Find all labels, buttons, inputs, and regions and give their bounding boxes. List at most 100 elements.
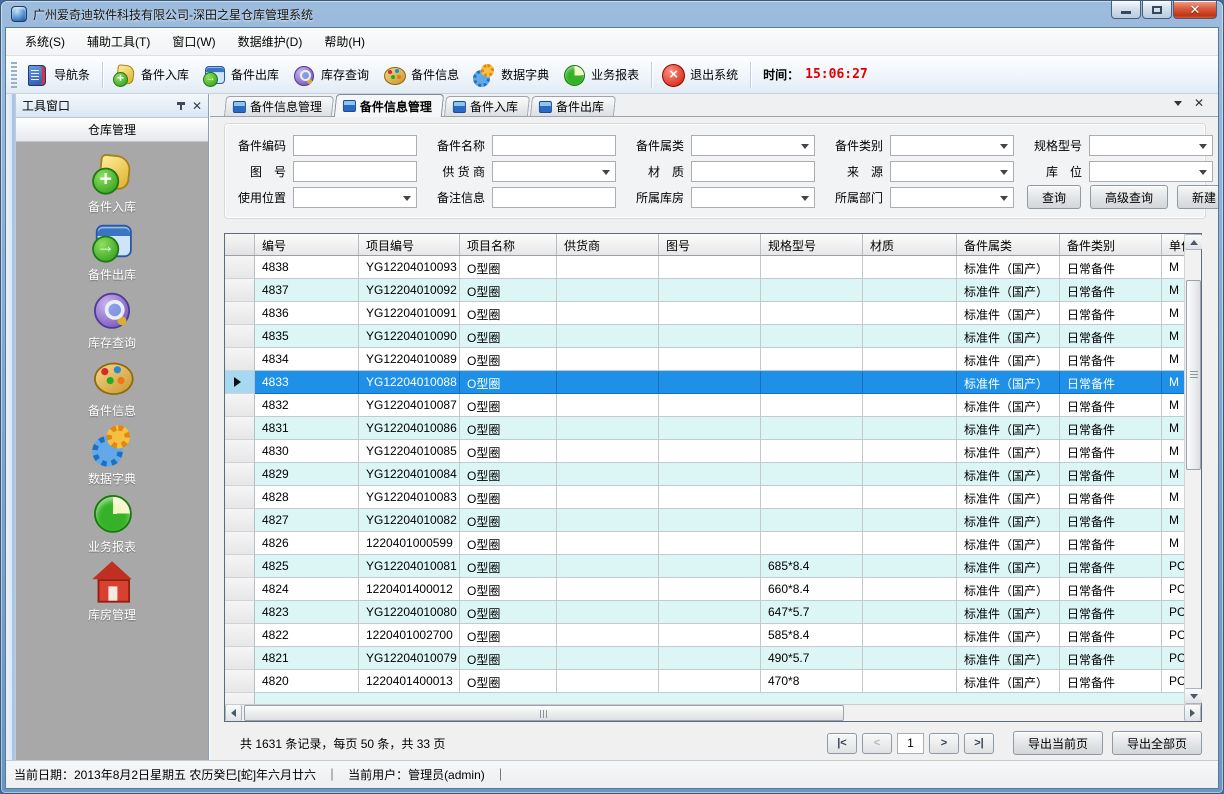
cell[interactable]: 4825	[255, 555, 359, 578]
select-input[interactable]	[890, 187, 1014, 208]
menu-item[interactable]: 辅助工具(T)	[76, 29, 161, 54]
table-row[interactable]: 48261220401000599O型圈标准件（国产）日常备件M	[225, 532, 1184, 555]
cell[interactable]: 日常备件	[1060, 440, 1162, 463]
select-input[interactable]	[1089, 161, 1213, 182]
cell[interactable]: 标准件（国产）	[957, 532, 1060, 555]
cell[interactable]: PC	[1162, 601, 1184, 624]
cell[interactable]: 标准件（国产）	[957, 371, 1060, 394]
cell[interactable]	[863, 486, 957, 509]
cell[interactable]: 日常备件	[1060, 578, 1162, 601]
column-header[interactable]: 单位	[1162, 234, 1184, 255]
column-header[interactable]: 项目名称	[460, 234, 557, 255]
cell[interactable]: 日常备件	[1060, 624, 1162, 647]
table-row[interactable]: 4830YG12204010085O型圈标准件（国产）日常备件M	[225, 440, 1184, 463]
cell[interactable]: M	[1162, 256, 1184, 279]
sidebar-item-stock-out[interactable]: 备件出库	[16, 218, 208, 286]
horizontal-scroll-thumb[interactable]	[244, 705, 844, 721]
row-header-cell[interactable]	[225, 578, 255, 601]
cell[interactable]: YG12204010086	[359, 417, 460, 440]
sidebar-section-header[interactable]: 仓库管理	[16, 118, 208, 142]
toolbar-grip[interactable]	[11, 62, 17, 88]
cell[interactable]	[863, 509, 957, 532]
cell[interactable]	[659, 532, 761, 555]
cell[interactable]: 标准件（国产）	[957, 463, 1060, 486]
toolbar-button[interactable]: 备件入库	[107, 60, 197, 90]
maximize-button[interactable]	[1142, 0, 1172, 19]
cell[interactable]: 4835	[255, 325, 359, 348]
cell[interactable]	[659, 325, 761, 348]
cell[interactable]	[659, 463, 761, 486]
row-header-cell[interactable]	[225, 325, 255, 348]
sidebar-item-parts-info[interactable]: 备件信息	[16, 354, 208, 422]
row-header-cell[interactable]	[225, 440, 255, 463]
toolbar-button[interactable]: 库存查询	[287, 60, 377, 90]
cell[interactable]	[557, 555, 659, 578]
cell[interactable]: O型圈	[460, 440, 557, 463]
cell[interactable]	[863, 440, 957, 463]
cell[interactable]	[863, 256, 957, 279]
column-header[interactable]: 规格型号	[761, 234, 863, 255]
cell[interactable]	[557, 417, 659, 440]
cell[interactable]: 日常备件	[1060, 371, 1162, 394]
cell[interactable]: O型圈	[460, 532, 557, 555]
cell[interactable]: 585*8.4	[761, 624, 863, 647]
text-input[interactable]	[691, 161, 815, 182]
cell[interactable]: O型圈	[460, 279, 557, 302]
table-row[interactable]: 4838YG12204010093O型圈标准件（国产）日常备件M	[225, 256, 1184, 279]
cell[interactable]	[659, 440, 761, 463]
cell[interactable]	[761, 486, 863, 509]
cell[interactable]: 4834	[255, 348, 359, 371]
cell[interactable]	[863, 417, 957, 440]
cell[interactable]	[863, 647, 957, 670]
table-row[interactable]: 48201220401400013O型圈470*8标准件（国产）日常备件PC	[225, 670, 1184, 693]
cell[interactable]	[659, 486, 761, 509]
cell[interactable]: 4824	[255, 578, 359, 601]
cell[interactable]: O型圈	[460, 417, 557, 440]
cell[interactable]: YG12204010080	[359, 601, 460, 624]
cell[interactable]: M	[1162, 302, 1184, 325]
cell[interactable]	[557, 601, 659, 624]
cell[interactable]	[863, 348, 957, 371]
row-header-cell[interactable]	[225, 302, 255, 325]
cell[interactable]: 标准件（国产）	[957, 302, 1060, 325]
table-row[interactable]: 4836YG12204010091O型圈标准件（国产）日常备件M	[225, 302, 1184, 325]
cell[interactable]: 4830	[255, 440, 359, 463]
text-input[interactable]	[293, 161, 417, 182]
row-header-cell[interactable]	[225, 256, 255, 279]
cell[interactable]: 日常备件	[1060, 486, 1162, 509]
tab-3[interactable]: 备件出库	[530, 96, 616, 116]
cell[interactable]: YG12204010082	[359, 509, 460, 532]
cell[interactable]: O型圈	[460, 463, 557, 486]
toolbar-button[interactable]: 备件信息	[377, 60, 467, 90]
cell[interactable]: 日常备件	[1060, 325, 1162, 348]
pager-nav-button[interactable]: <	[862, 733, 892, 754]
cell[interactable]	[557, 578, 659, 601]
menu-item[interactable]: 帮助(H)	[313, 29, 376, 54]
cell[interactable]: 4831	[255, 417, 359, 440]
cell[interactable]: 标准件（国产）	[957, 417, 1060, 440]
cell[interactable]: 标准件（国产）	[957, 348, 1060, 371]
cell[interactable]: 4838	[255, 256, 359, 279]
column-header[interactable]: 供货商	[557, 234, 659, 255]
row-header-cell[interactable]	[225, 417, 255, 440]
cell[interactable]: 标准件（国产）	[957, 440, 1060, 463]
cell[interactable]: O型圈	[460, 670, 557, 693]
cell[interactable]: 日常备件	[1060, 647, 1162, 670]
select-input[interactable]	[691, 187, 815, 208]
minimize-button[interactable]	[1111, 0, 1141, 19]
cell[interactable]: 4832	[255, 394, 359, 417]
cell[interactable]	[557, 348, 659, 371]
cell[interactable]	[863, 532, 957, 555]
cell[interactable]: 4822	[255, 624, 359, 647]
row-header-cell[interactable]	[225, 394, 255, 417]
cell[interactable]: 4821	[255, 647, 359, 670]
cell[interactable]: O型圈	[460, 325, 557, 348]
cell[interactable]	[659, 279, 761, 302]
table-row[interactable]: 4835YG12204010090O型圈标准件（国产）日常备件M	[225, 325, 1184, 348]
table-row[interactable]: 4828YG12204010083O型圈标准件（国产）日常备件M	[225, 486, 1184, 509]
sidebar-item-stock-in[interactable]: 备件入库	[16, 150, 208, 218]
column-header[interactable]: 项目编号	[359, 234, 460, 255]
table-row[interactable]: 4829YG12204010084O型圈标准件（国产）日常备件M	[225, 463, 1184, 486]
select-input[interactable]	[890, 161, 1014, 182]
cell[interactable]: M	[1162, 371, 1184, 394]
